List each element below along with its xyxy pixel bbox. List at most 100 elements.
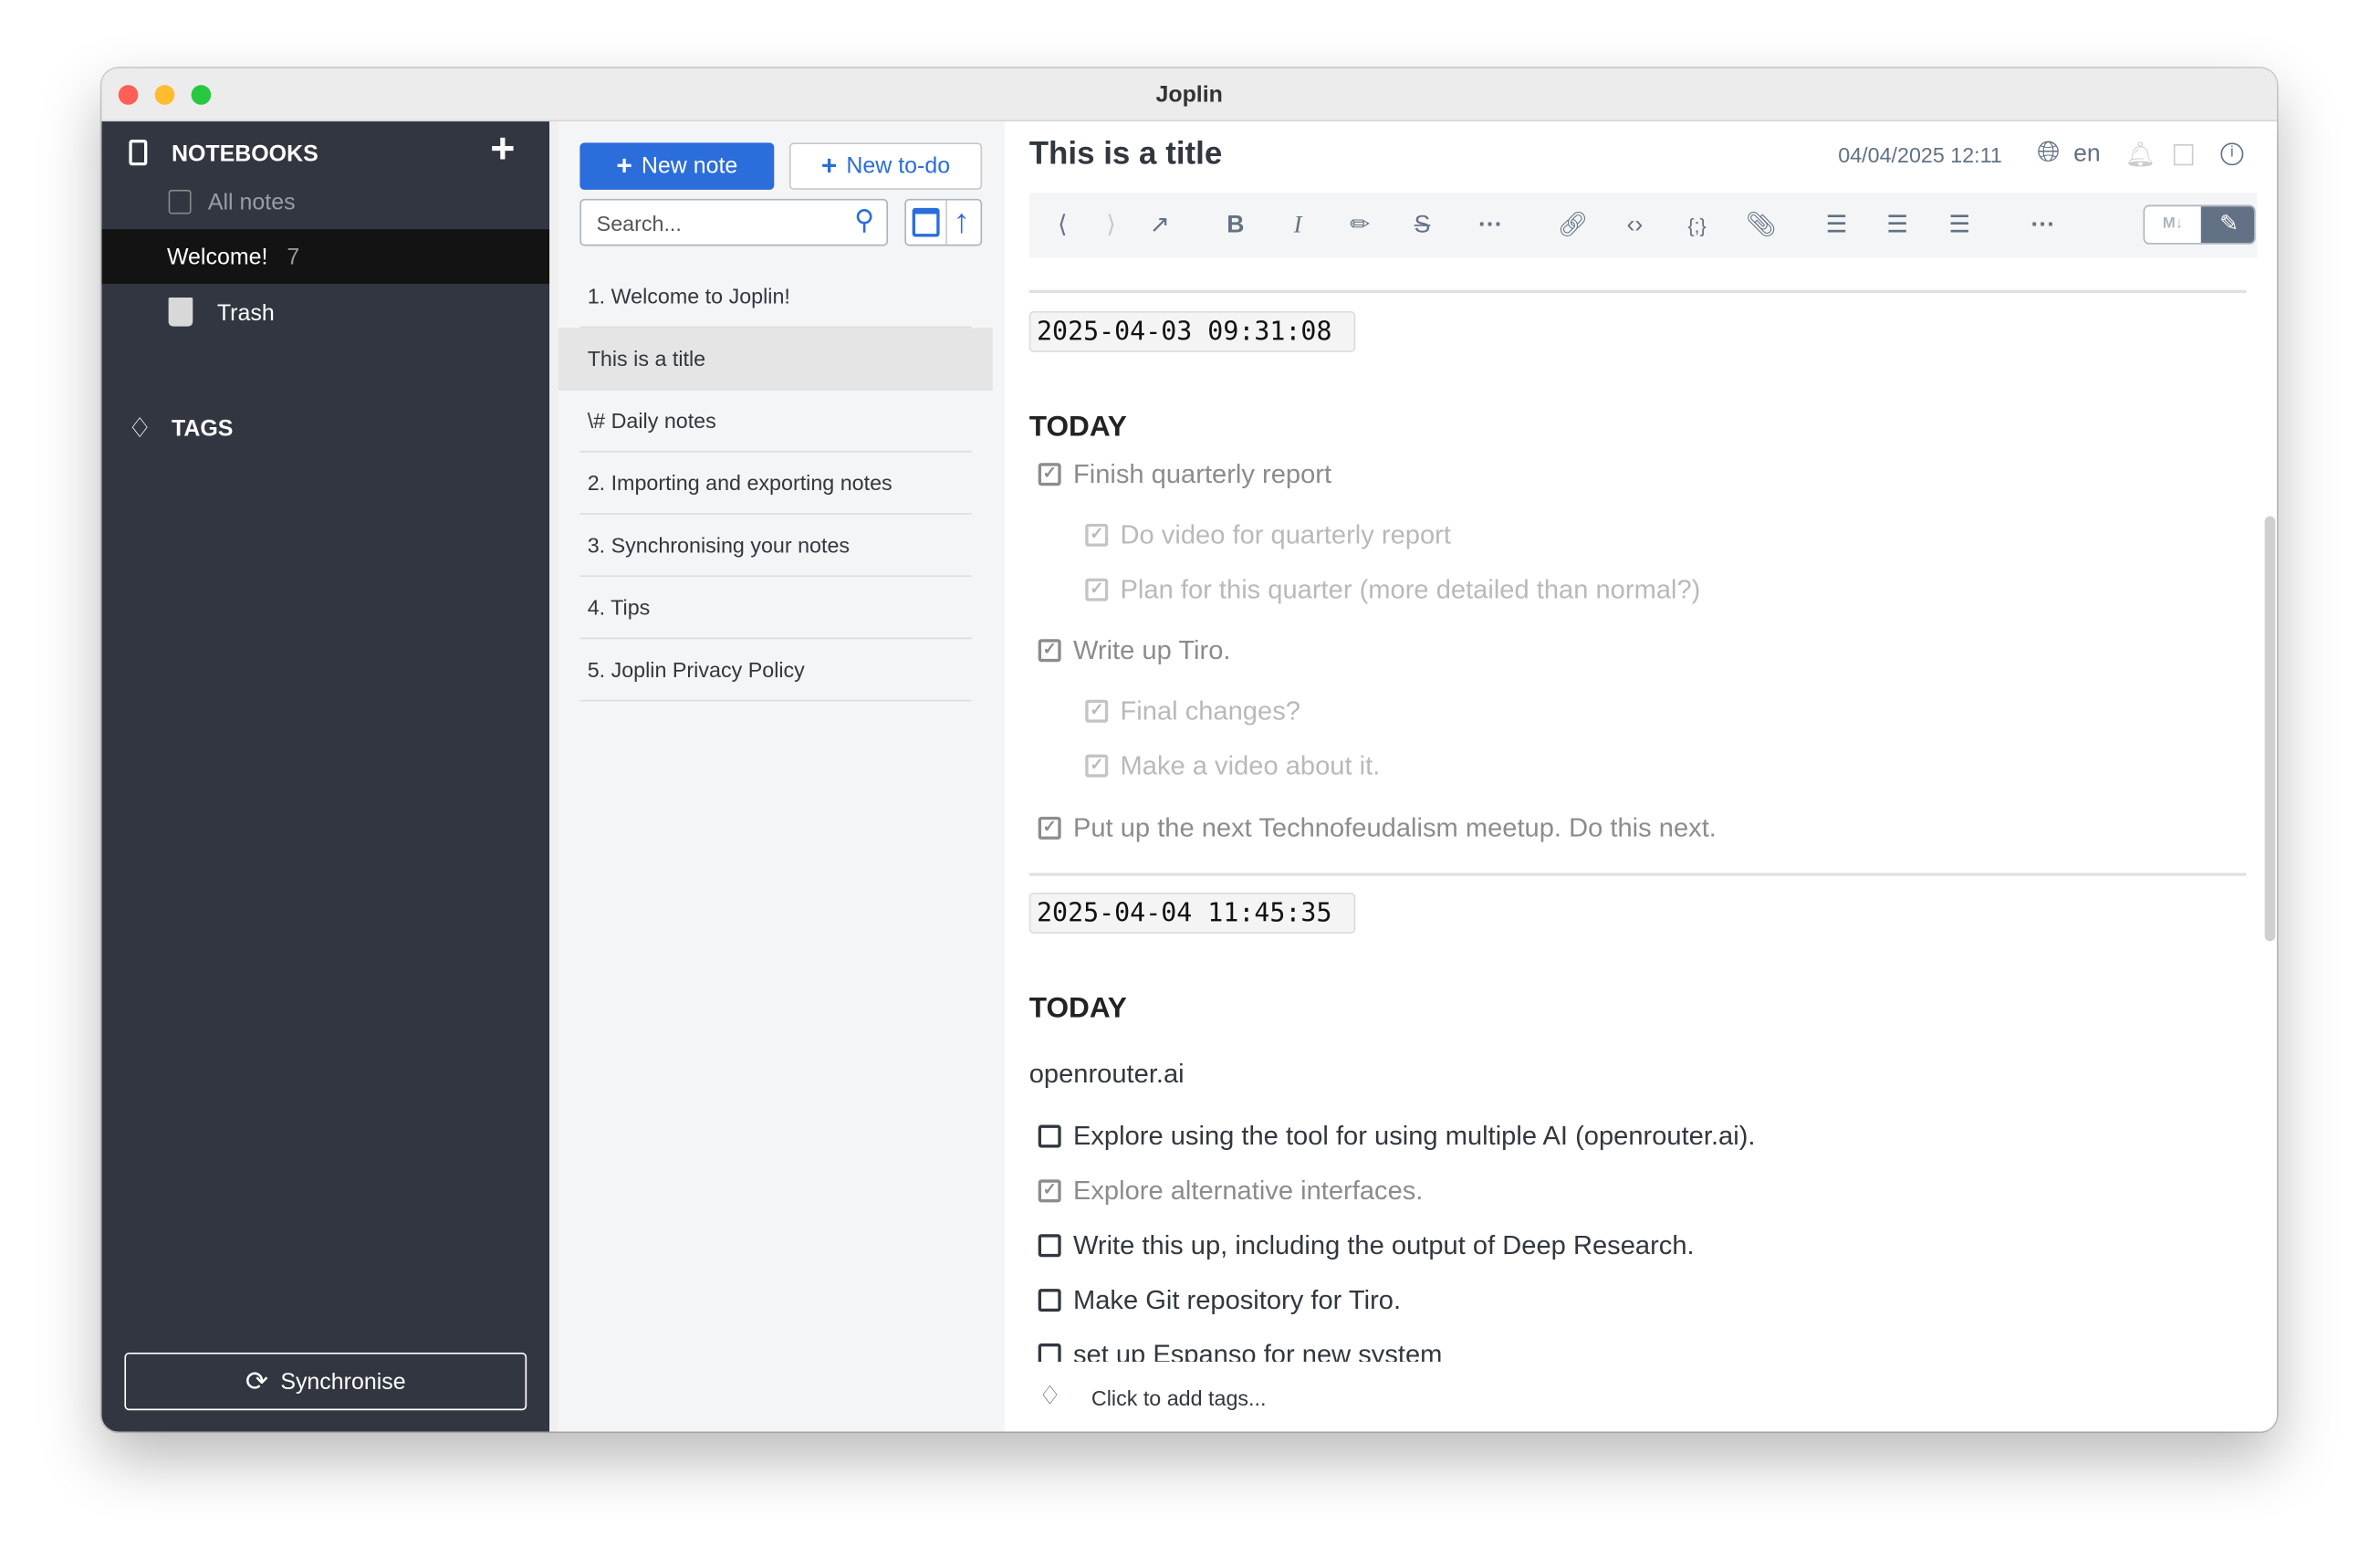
- note-datetime[interactable]: 04/04/2025 12:11: [1838, 142, 2002, 167]
- external-edit-icon[interactable]: ↗: [1144, 211, 1174, 241]
- note-list-item[interactable]: 2. Importing and exporting notes: [579, 453, 972, 515]
- task-text: Write this up, including the output of D…: [1072, 1229, 1695, 1260]
- checked-checkbox-icon[interactable]: ✓: [1038, 639, 1061, 663]
- sidebar-item-welcome[interactable]: Welcome! 7: [101, 229, 550, 285]
- checked-checkbox-icon[interactable]: ✓: [1085, 699, 1109, 723]
- task-item: Make Git repository for Tiro.: [1038, 1284, 1401, 1316]
- checked-checkbox-icon[interactable]: ✓: [1085, 754, 1109, 778]
- task-item: ✓ Write up Tiro.: [1038, 634, 1231, 666]
- task-text: Make a video about it.: [1120, 749, 1381, 780]
- link-icon[interactable]: 🔗︎: [1558, 211, 1589, 241]
- task-item: ✓ Do video for quarterly report: [1085, 519, 1451, 551]
- checked-checkbox-icon[interactable]: ✓: [1038, 1179, 1061, 1203]
- section-heading: TODAY: [1028, 992, 1127, 1025]
- checkbox-list-icon[interactable]: ☰: [1945, 211, 1975, 241]
- bulleted-list-icon[interactable]: ☰: [1822, 211, 1852, 241]
- globe-icon[interactable]: 🌐︎: [2037, 137, 2060, 171]
- trash-icon: [168, 298, 193, 327]
- horizontal-rule: [1028, 873, 2247, 876]
- search-placeholder: Search...: [596, 211, 682, 235]
- checked-checkbox-icon[interactable]: ✓: [1085, 578, 1109, 601]
- sort-controls: ↑: [904, 198, 983, 246]
- note-list: + New note + New to-do Search... ⚲ ↑ 1. We…: [558, 121, 1006, 1432]
- attach-file-icon[interactable]: 📎︎: [1746, 211, 1777, 241]
- bold-icon[interactable]: B: [1220, 211, 1250, 241]
- task-text: Final changes?: [1120, 695, 1300, 727]
- task-item: ✓ Put up the next Technofeudalism meetup.…: [1038, 811, 1717, 844]
- window-title: Joplin: [1155, 81, 1223, 109]
- inline-code-icon[interactable]: ‹›: [1620, 211, 1650, 241]
- numbered-list-icon[interactable]: ☰: [1882, 211, 1912, 241]
- more-icon[interactable]: ···: [1476, 211, 1506, 241]
- note-list-item[interactable]: 1. Welcome to Joplin!: [579, 266, 972, 329]
- synchronise-button[interactable]: ⟳ Synchronise: [124, 1353, 527, 1411]
- new-todo-button[interactable]: + New to-do: [788, 142, 983, 190]
- unchecked-checkbox-icon[interactable]: [1038, 1343, 1061, 1362]
- markdown-icon[interactable]: M↓: [2145, 206, 2201, 244]
- new-note-button[interactable]: + New note: [579, 142, 775, 190]
- highlight-icon[interactable]: ✏︎: [1345, 211, 1375, 241]
- note-list-item[interactable]: \# Daily notes: [579, 390, 972, 453]
- checked-checkbox-icon[interactable]: ✓: [1085, 523, 1109, 547]
- tags-header[interactable]: TAGS: [172, 416, 233, 442]
- note-list-item[interactable]: This is a title: [558, 328, 993, 391]
- note-body[interactable]: 2025-04-03 09:31:08 TODAY ✓ Finish quarterl…: [1005, 261, 2277, 1362]
- task-item: ✓ Make a video about it.: [1085, 750, 1380, 782]
- note-list-item[interactable]: 5. Joplin Privacy Policy: [579, 639, 972, 702]
- code-block-icon[interactable]: {;}: [1682, 211, 1712, 241]
- task-text: Explore alternative interfaces.: [1072, 1175, 1424, 1206]
- plus-icon: +: [616, 150, 632, 181]
- task-text: Finish quarterly report: [1072, 458, 1332, 489]
- search-input[interactable]: Search... ⚲: [579, 198, 889, 246]
- note-editor: This is a title 04/04/2025 12:11 🌐︎ en 🔔…: [1005, 121, 2277, 1432]
- tag-icon: ♢: [127, 413, 152, 444]
- unchecked-checkbox-icon[interactable]: [1038, 1234, 1061, 1258]
- paragraph: openrouter.ai: [1028, 1058, 1185, 1089]
- alarm-bell-icon[interactable]: 🔔︎: [2125, 140, 2156, 170]
- back-icon[interactable]: ⟨: [1048, 211, 1078, 241]
- task-item: ✓ Final changes?: [1085, 695, 1300, 727]
- task-text: Put up the next Technofeudalism meetup. …: [1072, 811, 1717, 843]
- info-icon[interactable]: i: [2220, 142, 2244, 166]
- unchecked-checkbox-icon[interactable]: [1038, 1289, 1061, 1312]
- note-title[interactable]: This is a title: [1029, 137, 1223, 173]
- forward-icon[interactable]: ⟩: [1096, 211, 1126, 241]
- calendar-icon[interactable]: [912, 207, 940, 237]
- synchronise-label: Synchronise: [280, 1368, 406, 1395]
- add-tags-button[interactable]: Click to add tags...: [1091, 1386, 1267, 1411]
- more-icon[interactable]: ···: [2028, 211, 2058, 241]
- task-text: Write up Tiro.: [1072, 634, 1231, 665]
- add-notebook-icon[interactable]: +: [490, 124, 515, 172]
- task-text: Plan for this quarter (more detailed tha…: [1120, 573, 1701, 604]
- task-item: set up Espanso for new system: [1038, 1339, 1443, 1362]
- new-note-label: New note: [641, 152, 738, 180]
- note-list-item[interactable]: 3. Synchronising your notes: [579, 515, 972, 578]
- checked-checkbox-icon[interactable]: ✓: [1038, 816, 1061, 840]
- horizontal-rule: [1028, 289, 2247, 294]
- task-text: set up Espanso for new system: [1072, 1339, 1443, 1362]
- checked-checkbox-icon[interactable]: ✓: [1038, 463, 1061, 486]
- all-notes-icon: [168, 189, 192, 214]
- sort-direction-arrow-up-icon[interactable]: ↑: [954, 202, 970, 241]
- notebook-name: Welcome!: [166, 244, 268, 271]
- task-text: Do video for quarterly report: [1120, 518, 1451, 550]
- strikethrough-icon[interactable]: S: [1407, 211, 1437, 241]
- notebooks-header[interactable]: NOTEBOOKS: [172, 141, 318, 167]
- italic-icon[interactable]: I: [1282, 211, 1312, 241]
- editor-mode-toggle[interactable]: M↓ ✎: [2143, 204, 2256, 245]
- unchecked-checkbox-icon[interactable]: [1038, 1124, 1061, 1148]
- note-list-item[interactable]: 4. Tips: [579, 577, 972, 640]
- language[interactable]: en: [2073, 141, 2101, 169]
- sidebar-item-all-notes[interactable]: All notes: [208, 190, 296, 215]
- task-text: Explore using the tool for using multipl…: [1072, 1120, 1756, 1151]
- sidebar-item-trash[interactable]: Trash: [217, 300, 275, 326]
- search-icon[interactable]: ⚲: [854, 205, 874, 237]
- editor-toolbar: ⟨ ⟩ ↗ B I ✏︎ S ··· 🔗︎ ‹› {;} 📎︎ ☰ ☰ ☰ ··…: [1028, 193, 2258, 258]
- task-item: ✓ Plan for this quarter (more detailed th…: [1085, 574, 1700, 606]
- toggle-layout-icon[interactable]: [2173, 144, 2194, 166]
- rich-text-edit-icon[interactable]: ✎: [2200, 206, 2255, 244]
- app-window: Joplin NOTEBOOKS + All notes Welcome! 7 …: [101, 68, 2277, 1432]
- section-heading: TODAY: [1028, 411, 1127, 444]
- scrollbar[interactable]: [2264, 516, 2276, 942]
- divider: [549, 121, 559, 1432]
